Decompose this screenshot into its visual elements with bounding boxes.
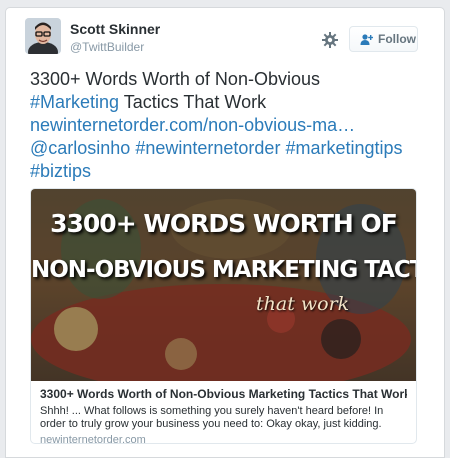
card-image-title-line-1: 3300+ WORDS WORTH OF (50, 209, 398, 238)
hashtag-marketing[interactable]: #Marketing (30, 92, 119, 112)
card-summary[interactable]: 3300+ Words Worth of Non-Obvious Marketi… (31, 381, 416, 443)
follow-button[interactable]: Follow (349, 26, 418, 52)
user-name[interactable]: Scott Skinner (70, 21, 160, 37)
link-card[interactable]: 3300+ WORDS WORTH OF NON-OBVIOUS MARKETI… (30, 188, 417, 444)
hashtag-newinternetorder[interactable]: #newinternetorder (135, 138, 280, 158)
card-description: Shhh! ... What follows is something you … (40, 405, 384, 430)
tweet-line-1: 3300+ Words Worth of Non-Obvious (30, 69, 320, 89)
card-image[interactable]: 3300+ WORDS WORTH OF NON-OBVIOUS MARKETI… (31, 189, 416, 394)
card-image-title-line-2: NON-OBVIOUS MARKETING TACTICS (31, 257, 416, 283)
tweet-line-4: @carlosinho #newinternetorder #marketing… (30, 137, 425, 160)
card-title[interactable]: 3300+ Words Worth of Non-Obvious Marketi… (40, 386, 407, 402)
avatar[interactable] (25, 18, 61, 54)
follow-person-icon (360, 33, 373, 45)
tweet-text: 3300+ Words Worth of Non-Obvious #Market… (30, 68, 425, 183)
card-image-subtitle: that work (256, 293, 350, 315)
user-handle[interactable]: @TwittBuilder (70, 40, 144, 54)
gear-icon[interactable] (321, 31, 339, 49)
tweet-url[interactable]: newinternetorder.com/non-obvious-ma… (30, 114, 425, 137)
card-domain[interactable]: newinternetorder.com (40, 434, 407, 443)
hashtag-biztips[interactable]: #biztips (30, 160, 425, 183)
mention-carlosinho[interactable]: @carlosinho (30, 138, 130, 158)
tweet-line-2-rest: Tactics That Work (119, 92, 267, 112)
hashtag-marketingtips[interactable]: #marketingtips (285, 138, 402, 158)
tweet-line-2: #Marketing Tactics That Work (30, 91, 425, 114)
avatar-image (25, 18, 61, 54)
follow-label: Follow (378, 32, 416, 46)
